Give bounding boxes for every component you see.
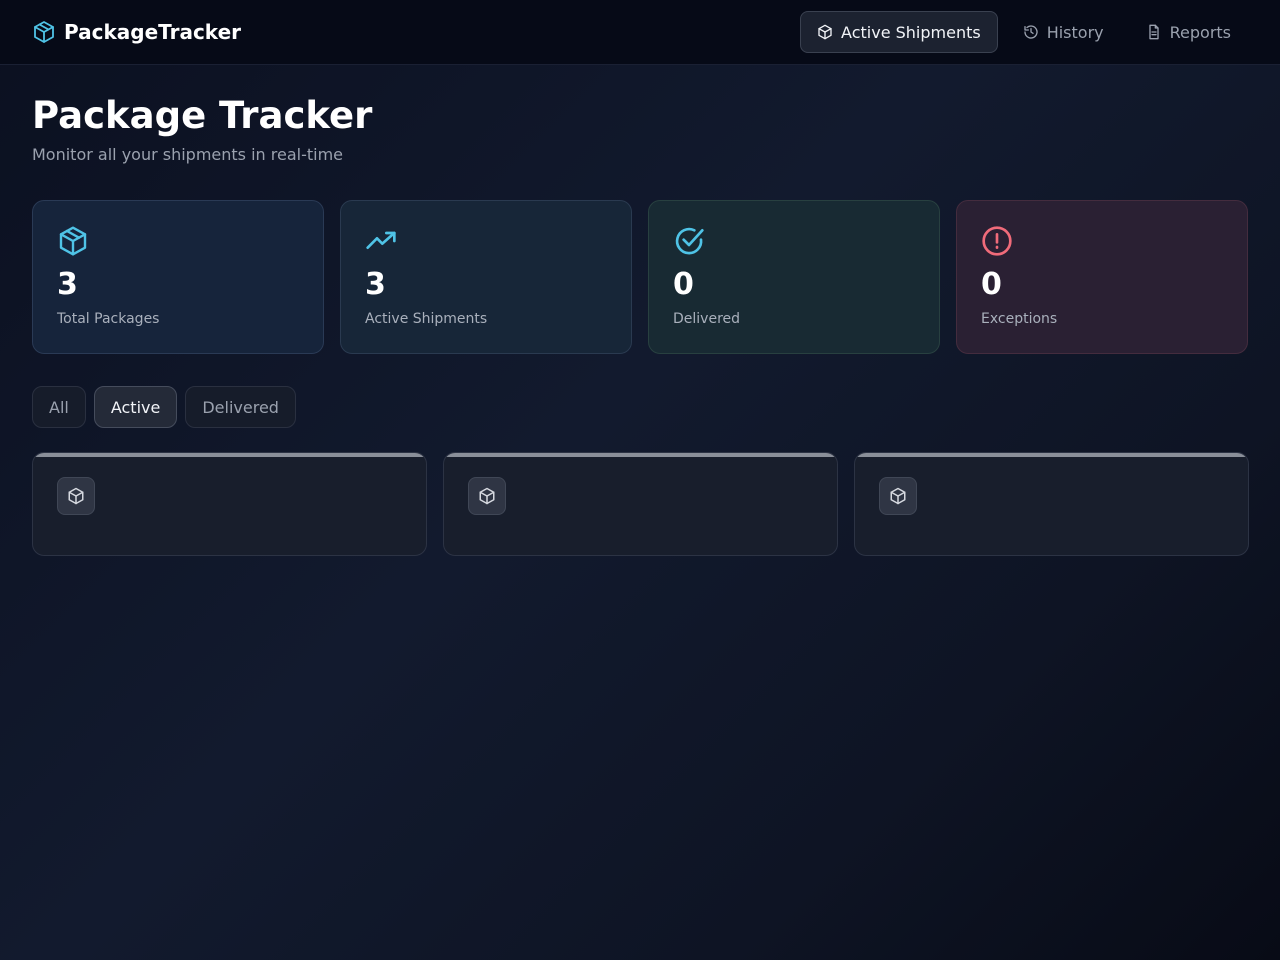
stats-row: 3 Total Packages 3 Active Shipments 0 De…: [32, 200, 1248, 354]
package-card[interactable]: [854, 452, 1249, 556]
brand[interactable]: PackageTracker: [32, 19, 241, 45]
stat-label: Delivered: [673, 311, 741, 327]
stat-card-total-packages: 3 Total Packages: [32, 200, 324, 354]
nav-label: Reports: [1169, 22, 1231, 42]
stat-card-active-shipments: 3 Active Shipments: [340, 200, 632, 354]
package-card[interactable]: [32, 452, 427, 556]
package-icon: [890, 487, 906, 505]
stat-value: 0: [981, 267, 1002, 302]
package-icon: [818, 24, 832, 40]
package-icon: [68, 487, 84, 505]
nav-label: History: [1046, 22, 1104, 42]
nav-reports[interactable]: Reports: [1129, 11, 1248, 53]
package-icon-box: [879, 477, 917, 515]
stat-label: Total Packages: [57, 311, 160, 327]
stat-value: 0: [673, 267, 694, 302]
trending-up-icon: [366, 231, 396, 249]
document-icon: [1148, 24, 1159, 40]
package-icon: [479, 487, 495, 505]
page-subtitle: Monitor all your shipments in real-time: [32, 145, 344, 164]
stat-label: Exceptions: [981, 311, 1058, 327]
stat-label: Active Shipments: [365, 311, 488, 327]
package-list: [32, 452, 1249, 556]
nav-label: Active Shipments: [841, 22, 981, 42]
stat-value: 3: [365, 267, 386, 302]
filter-all[interactable]: All: [32, 386, 86, 428]
page-title: Package Tracker: [32, 94, 373, 137]
top-bar: PackageTracker Active Shipments History: [0, 0, 1280, 65]
alert-circle-icon: [982, 226, 1012, 256]
package-icon-box: [468, 477, 506, 515]
filter-delivered[interactable]: Delivered: [185, 386, 296, 428]
check-circle-icon: [675, 227, 704, 255]
filter-tabs: All Active Delivered: [32, 386, 296, 428]
main-nav: Active Shipments History Reports: [800, 11, 1248, 53]
nav-history[interactable]: History: [1006, 11, 1121, 53]
status-strip: [444, 453, 837, 457]
nav-active-shipments[interactable]: Active Shipments: [800, 11, 998, 53]
package-icon: [59, 226, 87, 256]
stat-value: 3: [57, 267, 78, 302]
package-icon-box: [57, 477, 95, 515]
brand-name: PackageTracker: [64, 20, 242, 44]
history-icon: [1024, 25, 1038, 39]
package-card[interactable]: [443, 452, 838, 556]
stat-card-delivered: 0 Delivered: [648, 200, 940, 354]
filter-active[interactable]: Active: [93, 386, 178, 428]
stat-card-exceptions: 0 Exceptions: [956, 200, 1248, 354]
package-icon: [32, 20, 56, 44]
status-strip: [855, 453, 1248, 457]
status-strip: [33, 453, 426, 457]
